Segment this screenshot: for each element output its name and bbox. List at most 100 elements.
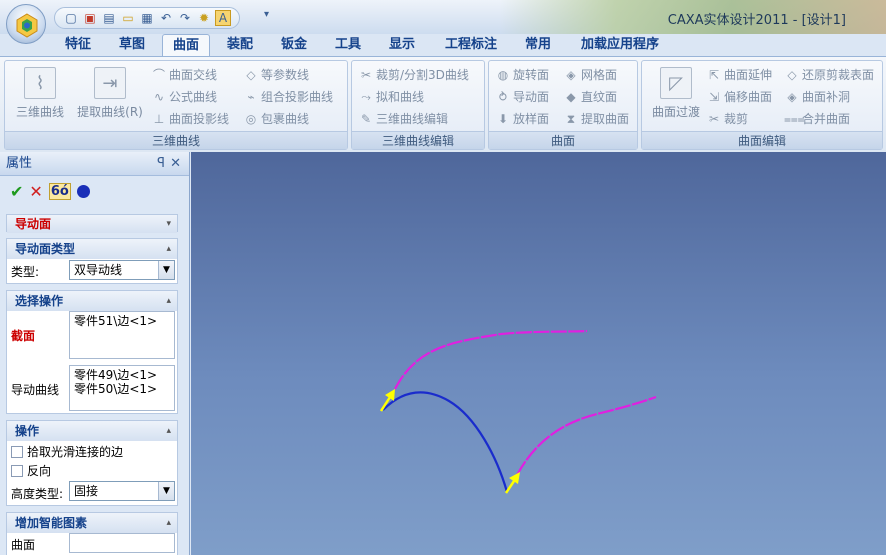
guide-curve-value: 零件49\边<1> [74,368,158,382]
fill-hole-button[interactable]: ◈ 曲面补洞 [784,87,850,107]
section-smart-header[interactable]: 增加智能图素 ▴ [7,513,177,533]
extract-surface-label: 提取曲面 [581,112,630,126]
wrap-curve-icon: ◎ [245,112,257,126]
redo-icon[interactable]: ↷ [177,10,193,26]
undo-icon[interactable]: ↶ [158,10,174,26]
type-select-value: 双导动线 [74,263,123,277]
tab-addins[interactable]: 加载应用程序 [572,34,668,56]
trim-surface-label: 裁剪 [724,112,749,126]
loft-surface-label: 放样面 [513,112,550,126]
panel-title-bar: 属性 ꟼ ✕ [0,152,189,176]
smooth-edges-checkbox[interactable] [11,446,23,458]
tab-feature[interactable]: 特征 [56,34,100,56]
tab-sheetmetal[interactable]: 钣金 [272,34,316,56]
guide-curve-field[interactable]: 零件49\边<1> 零件50\边<1> [69,365,175,411]
chevron-up-icon: ▴ [166,244,171,254]
merge-surface-button[interactable]: ⩶合并曲面 [784,109,850,129]
surface-intersection-button[interactable]: ⌒ 曲面交线 [151,65,217,85]
mesh-surface-button[interactable]: ◈ 网格面 [563,65,617,85]
loft-surface-button[interactable]: ⬇ 放样面 [495,109,549,129]
isoparametric-label: 等参数线 [261,68,310,82]
section-sweep-header[interactable]: 导动面 ▾ [7,215,177,233]
type-label: 类型: [11,265,40,279]
ruled-surface-label: 直纹面 [581,90,618,104]
open-icon[interactable]: ▣ [82,10,98,26]
guide-curve-label: 导动曲线 [11,383,60,397]
profile-value: 零件51\边<1> [74,314,158,328]
text-icon[interactable]: A [215,10,231,26]
untrim-surface-button[interactable]: ◇ 还原剪裁表面 [784,65,874,85]
reverse-checkbox[interactable] [11,465,23,477]
tab-display[interactable]: 显示 [380,34,424,56]
surface-projection-button[interactable]: ⊥ 曲面投影线 [151,109,229,129]
trim-surface-button[interactable]: ✂ 裁剪 [706,109,748,129]
direction-arrow-icon[interactable] [379,389,395,412]
trim-split-label: 裁剪/分割3D曲线 [376,68,469,82]
type-select[interactable]: 双导动线 ▼ [69,260,175,280]
section-operation-header[interactable]: 操作 ▴ [7,421,177,441]
surface-fillet-icon: ◸ [660,67,692,99]
3d-curve-button[interactable]: ⌇ 三维曲线 [9,67,71,120]
smooth-edges-option[interactable]: 拾取光滑连接的边 [11,443,123,460]
pin-icon[interactable]: ꟼ [157,152,165,176]
qat-customize-arrow[interactable]: ▾ [264,9,269,20]
3d-curve-edit-button[interactable]: ✎ 三维曲线编辑 [358,109,448,129]
sweep-surface-button[interactable]: ⥁ 导动面 [495,87,549,107]
profile-curve[interactable] [382,391,509,493]
tab-common[interactable]: 常用 [518,34,558,56]
section-sweep-type-title: 导动面类型 [15,242,76,256]
reverse-option[interactable]: 反向 [11,462,51,479]
3d-curve-edit-label: 三维曲线编辑 [376,112,449,126]
application-menu-button[interactable] [6,4,46,44]
extract-curve-icon: ⇥ [94,67,126,99]
preview-icon[interactable]: 6ó [48,182,71,200]
help-dot-icon[interactable] [76,184,90,198]
section-sweep-type-header[interactable]: 导动面类型 ▴ [7,239,177,259]
profile-field[interactable]: 零件51\边<1> [69,311,175,359]
viewport-canvas[interactable] [191,152,886,555]
chevron-up-icon: ▴ [166,518,171,528]
surface-extend-button[interactable]: ⇱ 曲面延伸 [706,65,772,85]
section-select-operation: 选择操作 ▴ 截面 零件51\边<1> 导动曲线 零件49\边<1> 零件50\边… [6,290,178,414]
trim-split-button[interactable]: ✂ 裁剪/分割3D曲线 [358,65,469,85]
ok-icon[interactable]: ✔ [10,182,23,201]
fit-curve-button[interactable]: ⤳ 拟和曲线 [358,87,424,107]
cancel-icon[interactable]: ✕ [29,182,42,201]
tab-tools[interactable]: 工具 [326,34,370,56]
new-icon[interactable]: ▢ [63,10,79,26]
tab-assembly[interactable]: 装配 [218,34,262,56]
ruled-surface-button[interactable]: ◆ 直纹面 [563,87,617,107]
settings-icon[interactable]: ✹ [196,10,212,26]
height-type-select[interactable]: 固接 ▼ [69,481,175,501]
revolve-surface-button[interactable]: ◍ 旋转面 [495,65,549,85]
section-select-header[interactable]: 选择操作 ▴ [7,291,177,311]
tab-surface[interactable]: 曲面 [162,34,210,56]
ruled-icon: ◆ [566,90,576,104]
guide-curve-upper[interactable] [394,329,588,390]
isoparametric-button[interactable]: ◇ 等参数线 [243,65,309,85]
ribbon-group-3d-curve-edit: ✂ 裁剪/分割3D曲线 ⤳ 拟和曲线 ✎ 三维曲线编辑 三维曲线编辑 [351,60,485,150]
offset-surface-button[interactable]: ⇲ 偏移曲面 [706,87,772,107]
tab-annotation[interactable]: 工程标注 [436,34,506,56]
surface-fillet-button[interactable]: ◸ 曲面过渡 [646,67,706,120]
save-icon[interactable]: ▦ [139,10,155,26]
import-icon[interactable]: ▤ [101,10,117,26]
extract-curve-button[interactable]: ⇥ 提取曲线(R) [73,67,147,120]
guide-curve-lower[interactable] [516,395,657,476]
panel-title: 属性 [6,156,33,171]
wrap-curve-button[interactable]: ◎ 包裹曲线 [243,109,309,129]
surface-field[interactable] [69,533,175,553]
close-icon[interactable]: ✕ [170,152,181,176]
mesh-surface-label: 网格面 [581,68,618,82]
direction-arrow-icon[interactable] [504,472,520,494]
untrim-surface-label: 还原剪裁表面 [802,68,875,82]
quick-access-toolbar: ▢ ▣ ▤ ▭ ▦ ↶ ↷ ✹ A [54,7,240,29]
tab-sketch[interactable]: 草图 [110,34,154,56]
combined-projection-button[interactable]: ⌁ 组合投影曲线 [243,87,333,107]
formula-curve-button[interactable]: ∿ 公式曲线 [151,87,217,107]
3d-viewport[interactable] [191,152,886,555]
extract-surface-button[interactable]: ⧗ 提取曲面 [563,109,629,129]
loft-icon: ⬇ [497,112,509,126]
folder-icon[interactable]: ▭ [120,10,136,26]
reverse-label: 反向 [27,464,52,478]
